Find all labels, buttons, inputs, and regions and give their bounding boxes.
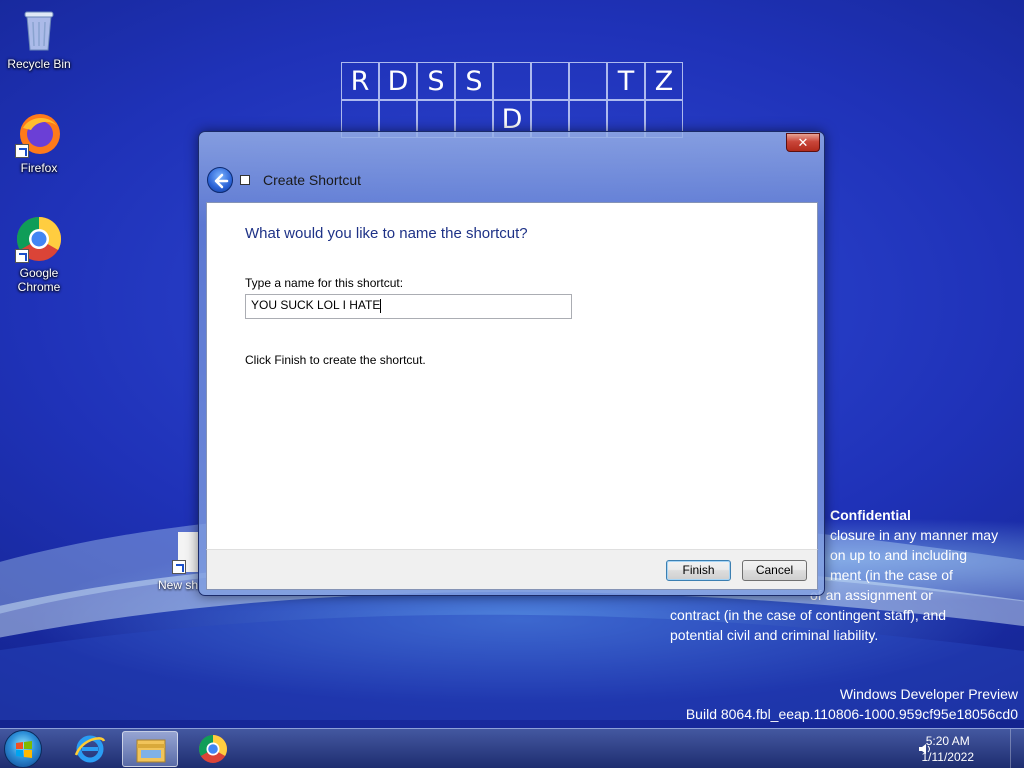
- finish-button[interactable]: Finish: [666, 560, 731, 581]
- desktop-icon-label: Google Chrome: [17, 266, 61, 294]
- clock-time: 5:20 AM: [925, 734, 970, 748]
- build-info: Windows Developer Preview Build 8064.fbl…: [686, 684, 1018, 724]
- shortcut-arrow-icon: [172, 560, 186, 574]
- dialog-title: Create Shortcut: [263, 172, 362, 188]
- shortcut-name-label: Type a name for this shortcut:: [245, 276, 404, 290]
- text-caret: [380, 298, 382, 313]
- finish-hint: Click Finish to create the shortcut.: [245, 353, 426, 367]
- close-button[interactable]: ✕: [786, 133, 820, 152]
- grid-cell: [493, 62, 531, 100]
- grid-cell: Z: [645, 62, 683, 100]
- recycle-bin-icon: [15, 6, 63, 54]
- cancel-button[interactable]: Cancel: [742, 560, 807, 581]
- desktop-icon-new-shortcut[interactable]: New sh: [158, 532, 198, 594]
- taskbar-chrome[interactable]: [185, 731, 241, 767]
- back-arrow-icon: [214, 173, 229, 189]
- grid-cell: S: [455, 62, 493, 100]
- start-button[interactable]: [4, 730, 42, 768]
- taskbar-file-explorer[interactable]: [122, 731, 178, 767]
- desktop-icon-recycle-bin[interactable]: Recycle Bin: [1, 6, 77, 71]
- desktop-icon-label: Recycle Bin: [7, 57, 71, 71]
- chrome-icon: [15, 215, 63, 263]
- windows-logo-icon: [16, 741, 32, 758]
- file-explorer-icon: [136, 739, 166, 763]
- create-shortcut-dialog: ✕ Create Shortcut What would you like to…: [198, 131, 825, 596]
- desktop-icon-chrome[interactable]: Google Chrome: [1, 215, 77, 294]
- grid-cell: [531, 62, 569, 100]
- watermark-line: potential civil and criminal liability.: [670, 627, 879, 643]
- dialog-footer: Finish Cancel: [206, 549, 818, 590]
- shortcut-wizard-icon: [240, 175, 250, 185]
- dialog-heading: What would you like to name the shortcut…: [245, 225, 528, 242]
- shortcut-arrow-icon: [15, 144, 29, 158]
- grid-cell: R: [341, 62, 379, 100]
- chrome-icon: [199, 735, 227, 763]
- clock[interactable]: 5:20 AM 1/11/2022: [922, 733, 975, 765]
- taskbar-internet-explorer[interactable]: [62, 731, 118, 767]
- firefox-icon: [15, 110, 63, 158]
- desktop-icon-firefox[interactable]: Firefox: [1, 110, 77, 175]
- desktop-icon-label: New sh: [158, 578, 199, 592]
- build-edition: Windows Developer Preview: [839, 686, 1018, 702]
- shortcut-name-value: YOU SUCK LOL I HATE: [251, 298, 381, 312]
- shortcut-name-input[interactable]: YOU SUCK LOL I HATE: [245, 294, 572, 319]
- desktop-icon-label: Firefox: [20, 161, 58, 175]
- taskbar: 5:20 AM 1/11/2022: [0, 728, 1024, 768]
- grid-cell: D: [379, 62, 417, 100]
- grid-cell: [569, 62, 607, 100]
- back-button[interactable]: [207, 167, 233, 193]
- grid-cell: S: [417, 62, 455, 100]
- clock-date: 1/11/2022: [921, 750, 975, 764]
- shortcut-arrow-icon: [15, 249, 29, 263]
- watermark-line: contract (in the case of contingent staf…: [670, 607, 947, 623]
- internet-explorer-icon: [74, 735, 106, 763]
- build-number: Build 8064.fbl_eeap.110806-1000.959cf95e…: [685, 706, 1018, 722]
- dialog-content: What would you like to name the shortcut…: [206, 202, 818, 549]
- grid-cell: T: [607, 62, 645, 100]
- show-desktop-button[interactable]: [1010, 729, 1024, 768]
